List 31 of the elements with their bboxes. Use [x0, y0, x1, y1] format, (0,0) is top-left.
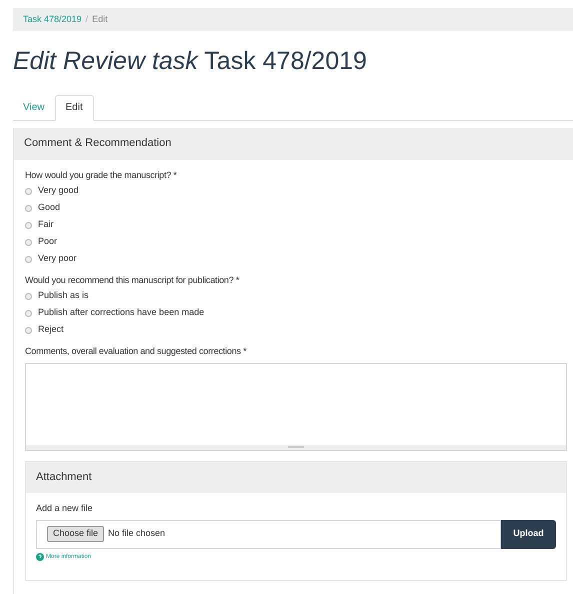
option-label: Reject: [38, 323, 64, 336]
page-title: Edit Review task Task 478/2019: [13, 46, 368, 77]
option-label: Poor: [38, 235, 58, 248]
tab[interactable]: Edit: [54, 94, 94, 120]
upload-button[interactable]: Upload: [501, 520, 556, 548]
radio-button[interactable]: [25, 222, 32, 228]
option-label: Publish after corrections have been made: [38, 306, 204, 320]
radio-button[interactable]: [25, 326, 32, 334]
option-label: Good: [38, 201, 60, 214]
breadcrumb-current: Edit: [92, 12, 108, 26]
file-field[interactable]: Choose file No file chosen: [36, 520, 501, 548]
option-label: Fair: [38, 218, 54, 232]
panel-title: Attachment: [36, 470, 92, 486]
file-status: No file chosen: [108, 527, 166, 540]
radio-button[interactable]: [25, 204, 32, 212]
panel-title: Comment & Recommendation: [24, 136, 172, 152]
help-icon: [36, 553, 44, 561]
radio-button[interactable]: [25, 188, 32, 194]
option-label: Very good: [38, 184, 79, 198]
question-label: Would you recommend this manuscript for publication? *: [25, 274, 240, 287]
option-label: Publish as is: [38, 289, 89, 302]
radio-button[interactable]: [25, 256, 32, 262]
field-label: Add a new file: [36, 502, 94, 515]
radio-button[interactable]: [25, 238, 32, 246]
choose-file-button[interactable]: Choose file: [47, 526, 104, 542]
radio-button[interactable]: [25, 292, 32, 300]
question-label: How would you grade the manuscript? *: [25, 168, 178, 182]
option-label: Very poor: [38, 252, 77, 266]
breadcrumb-separator: /: [86, 12, 88, 26]
field-label: Comments, overall evaluation and suggested corrections *: [25, 344, 248, 358]
radio-button[interactable]: [25, 310, 32, 316]
